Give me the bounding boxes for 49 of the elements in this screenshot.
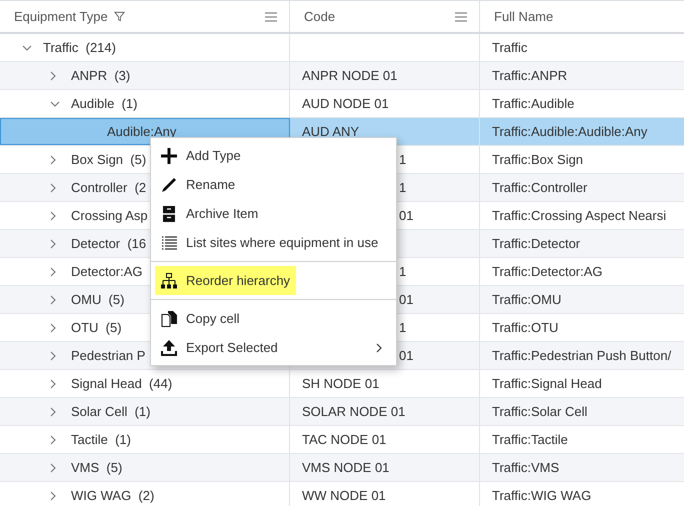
full-name-text: Traffic:Crossing Aspect Nearsi xyxy=(492,208,666,223)
full-name-text: Traffic:Box Sign xyxy=(492,152,584,167)
full-name-text: Traffic:ANPR xyxy=(492,68,568,83)
code-text: ANPR NODE 01 xyxy=(302,68,398,83)
full-name-text: Traffic:Audible:Audible:Any xyxy=(492,124,648,139)
equipment-type: Audible (1) xyxy=(71,96,138,111)
equipment-type: Tactile (1) xyxy=(71,432,131,447)
code-text: 01 xyxy=(399,208,414,223)
full-name-text: Traffic:Signal Head xyxy=(492,376,602,391)
equipment-type: Box Sign (5) xyxy=(71,152,146,167)
code-text: 1 xyxy=(399,152,406,167)
equipment-type: OTU (5) xyxy=(71,320,122,335)
equipment-type: Solar Cell (1) xyxy=(71,404,150,419)
equipment-type: Detector:AG xyxy=(71,264,143,279)
code-text: AUD ANY xyxy=(302,124,360,139)
code-text: TAC NODE 01 xyxy=(302,432,386,447)
code-text: 01 xyxy=(399,292,414,307)
equipment-type: Signal Head (44) xyxy=(71,376,172,391)
code-text: 01 xyxy=(399,348,414,363)
full-name-text: Traffic:Controller xyxy=(492,180,588,195)
full-name-text: Traffic xyxy=(492,40,528,55)
full-name-text: Traffic:Detector:AG xyxy=(492,264,603,279)
code-text: AUD NODE 01 xyxy=(302,96,389,111)
equipment-type: Traffic (214) xyxy=(43,40,116,55)
equipment-type: Pedestrian P xyxy=(71,348,146,363)
equipment-type: VMS (5) xyxy=(71,460,122,475)
code-text: VMS NODE 01 xyxy=(302,460,390,475)
full-name-text: Traffic:Audible xyxy=(492,96,574,111)
code-text: SH NODE 01 xyxy=(302,376,380,391)
code-text: 1 xyxy=(399,264,406,279)
full-name-text: Traffic:Detector xyxy=(492,236,580,251)
code-text: SOLAR NODE 01 xyxy=(302,404,406,419)
equipment-type: Detector (16 xyxy=(71,236,146,251)
full-name-text: Traffic:Solar Cell xyxy=(492,404,588,419)
full-name-text: Traffic:Pedestrian Push Button/ xyxy=(492,348,672,363)
code-text: 1 xyxy=(399,320,406,335)
equipment-type: Crossing Asp xyxy=(71,208,148,223)
full-name-text: Traffic:WIG WAG xyxy=(492,488,592,503)
equipment-type: ANPR (3) xyxy=(71,68,130,83)
full-name-text: Traffic:OMU xyxy=(492,292,562,307)
equipment-type: WIG WAG (2) xyxy=(71,488,154,503)
equipment-type: Audible:Any xyxy=(107,124,176,139)
full-name-text: Traffic:VMS xyxy=(492,460,560,475)
full-name-text: Traffic:OTU xyxy=(492,320,558,335)
equipment-type: Controller (2 xyxy=(71,180,146,195)
full-name-text: Traffic:Tactile xyxy=(492,432,568,447)
code-text: WW NODE 01 xyxy=(302,488,386,503)
equipment-type: OMU (5) xyxy=(71,292,124,307)
code-text: 1 xyxy=(399,180,406,195)
